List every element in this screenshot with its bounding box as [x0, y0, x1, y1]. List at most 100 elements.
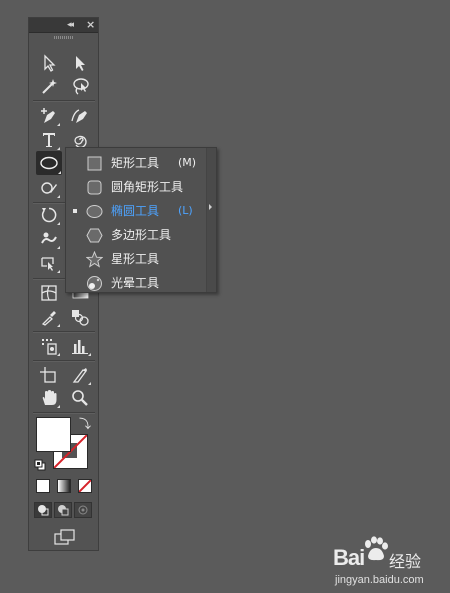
eyedropper-tool[interactable] — [37, 306, 61, 328]
more-tools-indicator — [57, 353, 60, 356]
flare-icon — [86, 275, 103, 292]
ellipse-icon — [40, 156, 58, 170]
hand-tool[interactable] — [37, 387, 61, 409]
more-tools-indicator — [57, 123, 60, 126]
shape-tools-flyout: 矩形工具 (M) 圆角矩形工具 椭圆工具 (L) 多边形工具 星形工具 光晕工具 — [65, 147, 217, 293]
pen-tool[interactable] — [37, 105, 61, 127]
draw-behind-button[interactable] — [54, 502, 72, 518]
mesh-icon — [41, 285, 57, 301]
tearoff-bar[interactable] — [206, 148, 216, 292]
star-icon — [85, 250, 104, 268]
magic-wand-tool[interactable] — [37, 75, 61, 97]
separator — [33, 100, 95, 102]
shaper-tool[interactable] — [37, 177, 61, 199]
more-tools-indicator — [57, 222, 60, 225]
flyout-item-rectangle[interactable]: 矩形工具 (M) — [66, 152, 207, 174]
free-transform-tool[interactable] — [37, 252, 61, 274]
blend-icon — [72, 310, 89, 326]
rectangle-icon — [86, 155, 103, 172]
slice-tool[interactable] — [68, 364, 92, 386]
flyout-item-flare[interactable]: 光晕工具 — [66, 272, 207, 294]
flyout-item-label: 椭圆工具 — [111, 204, 160, 218]
polygon-icon — [86, 227, 103, 244]
close-panel-button[interactable]: × — [86, 18, 95, 31]
ellipse-tool[interactable] — [36, 151, 62, 175]
flyout-item-shortcut: (L) — [178, 204, 193, 217]
free-transform-icon — [41, 257, 54, 271]
lasso-tool[interactable] — [68, 75, 92, 97]
watermark-brand-suffix: 经验 — [389, 552, 422, 571]
panel-titlebar: ◂◂ × — [29, 18, 98, 33]
change-screen-mode-icon[interactable] — [53, 528, 77, 546]
separator — [33, 360, 95, 362]
ellipse-icon — [86, 203, 103, 220]
rotate-icon — [41, 207, 57, 223]
flyout-item-polygon[interactable]: 多边形工具 — [66, 224, 207, 246]
mesh-tool[interactable] — [37, 282, 61, 304]
tearoff-arrow-icon — [209, 204, 212, 210]
flyout-item-star[interactable]: 星形工具 — [66, 248, 207, 270]
hand-icon — [42, 390, 57, 405]
direct-selection-tool[interactable] — [68, 52, 92, 74]
rotate-tool[interactable] — [37, 204, 61, 226]
swap-fill-stroke-icon[interactable]: ⤵ — [79, 418, 91, 430]
default-fill-stroke-icon[interactable] — [34, 459, 46, 471]
draw-inside-button[interactable] — [74, 502, 92, 518]
watermark-url: jingyan.baidu.com — [335, 574, 424, 586]
eyedropper-icon — [41, 311, 56, 326]
lasso-icon — [73, 78, 89, 95]
direct-selection-arrow-icon — [76, 56, 85, 71]
symbol-sprayer-icon — [42, 339, 57, 355]
more-tools-indicator — [88, 382, 91, 385]
draw-normal-icon — [38, 505, 49, 516]
selection-tool[interactable] — [37, 52, 61, 74]
more-tools-indicator — [57, 246, 60, 249]
gradient-mode-button[interactable] — [57, 479, 71, 493]
flyout-item-ellipse[interactable]: 椭圆工具 (L) — [66, 200, 207, 222]
panel-grip[interactable] — [54, 36, 74, 39]
rounded-rectangle-icon — [86, 179, 103, 196]
more-tools-indicator — [57, 195, 60, 198]
more-tools-indicator — [57, 405, 60, 408]
none-slash-icon — [79, 480, 91, 492]
column-graph-tool[interactable] — [68, 335, 92, 357]
curvature-tool[interactable] — [68, 105, 92, 127]
type-t-icon — [43, 133, 55, 147]
selection-arrow-icon — [44, 54, 56, 72]
blend-tool[interactable] — [68, 306, 92, 328]
watermark-brand: Bai — [333, 545, 365, 570]
magic-wand-icon — [42, 79, 57, 94]
shaper-icon — [41, 182, 57, 194]
more-tools-indicator — [57, 147, 60, 150]
zoom-magnifier-icon — [72, 390, 88, 406]
draw-inside-icon — [78, 505, 88, 515]
flyout-item-label: 圆角矩形工具 — [111, 180, 184, 194]
separator — [33, 412, 95, 414]
zoom-tool[interactable] — [68, 387, 92, 409]
flyout-item-rounded-rectangle[interactable]: 圆角矩形工具 — [66, 176, 207, 198]
flyout-item-label: 星形工具 — [111, 252, 160, 266]
flyout-item-label: 多边形工具 — [111, 228, 172, 242]
type-tool[interactable] — [37, 129, 61, 151]
baidu-paw-logo-icon — [365, 536, 388, 561]
more-tools-indicator — [58, 171, 61, 174]
flyout-item-shortcut: (M) — [178, 156, 197, 169]
flyout-item-label: 矩形工具 — [111, 156, 160, 170]
color-mode-button[interactable] — [36, 479, 50, 493]
symbol-sprayer-tool[interactable] — [37, 335, 61, 357]
curvature-pen-icon — [71, 109, 87, 123]
warp-tool[interactable] — [37, 228, 61, 250]
slice-knife-icon — [72, 368, 88, 383]
selected-bullet-icon — [73, 209, 77, 213]
draw-normal-button[interactable] — [34, 502, 52, 518]
collapse-panel-button[interactable]: ◂◂ — [67, 19, 74, 31]
separator — [33, 331, 95, 333]
flyout-item-label: 光晕工具 — [111, 276, 160, 290]
more-tools-indicator — [57, 270, 60, 273]
none-mode-button[interactable] — [78, 479, 92, 493]
artboard-tool[interactable] — [37, 364, 61, 386]
more-tools-indicator — [57, 324, 60, 327]
fill-color-swatch[interactable] — [36, 417, 71, 452]
pen-icon — [41, 108, 55, 123]
warp-icon — [41, 232, 57, 244]
